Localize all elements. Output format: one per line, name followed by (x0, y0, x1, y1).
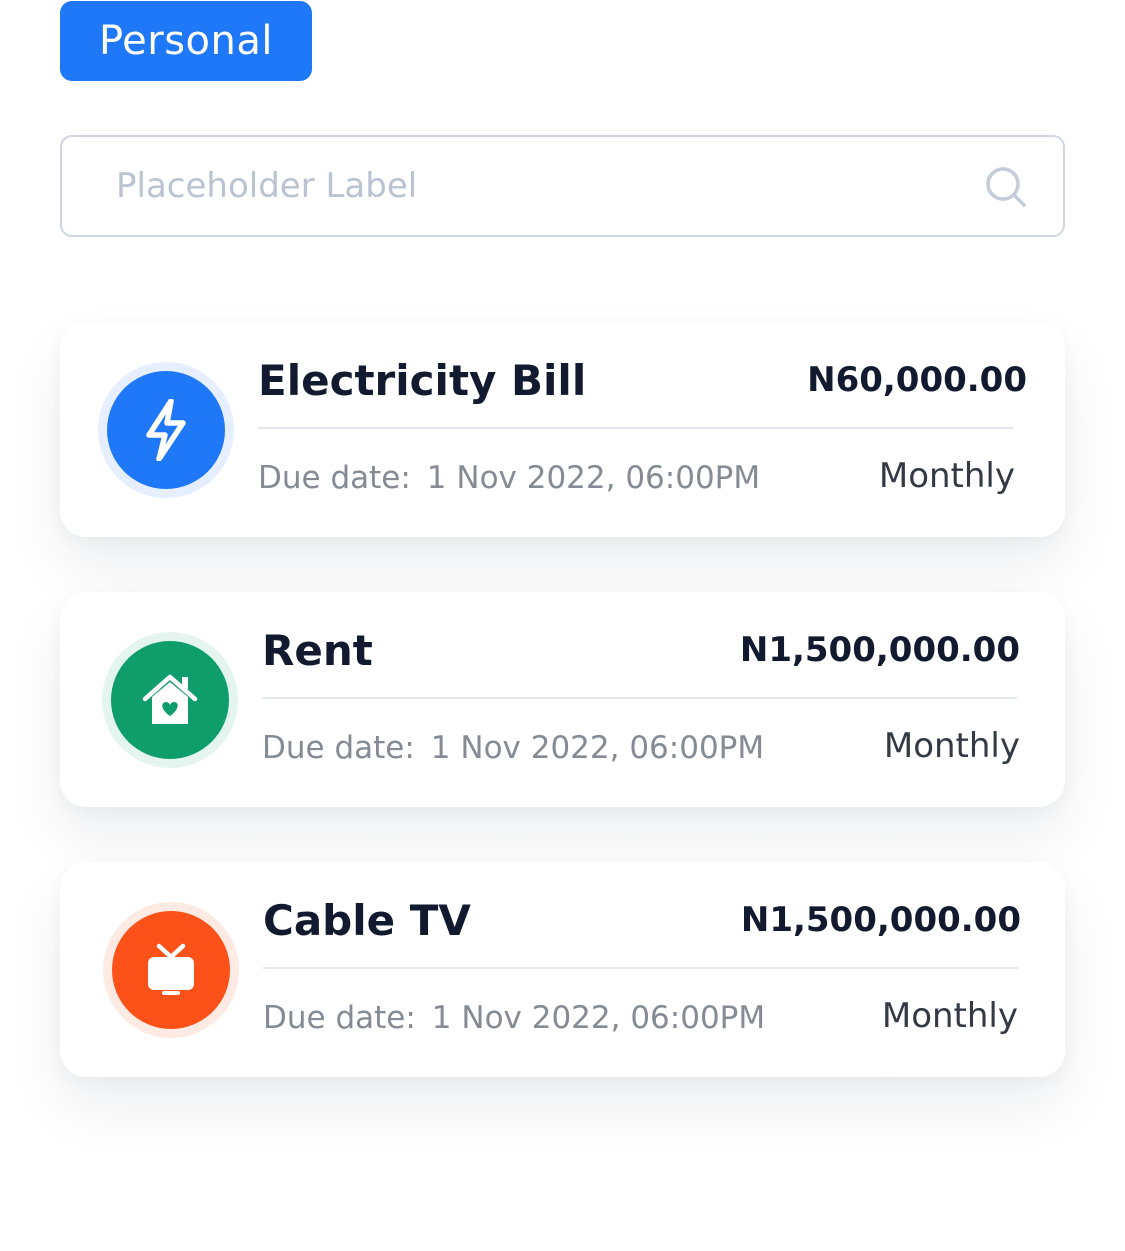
bill-card-electricity[interactable]: Electricity Bill N60,000.00 Due date: 1 N… (60, 322, 1065, 537)
bill-amount: N1,500,000.00 (739, 630, 1020, 670)
due-date-label: Due date: (263, 1000, 416, 1036)
bill-name: Rent (262, 626, 373, 675)
due-date-row: Due date: 1 Nov 2022, 06:00PM (262, 728, 764, 768)
bills-page: Personal Electricity Bill N60,000.00 Due… (0, 0, 1125, 1251)
bill-card-cable-tv[interactable]: Cable TV N1,500,000.00 Due date: 1 Nov 20… (60, 862, 1065, 1077)
due-date-row: Due date: 1 Nov 2022, 06:00PM (258, 458, 760, 498)
search-icon[interactable] (984, 165, 1028, 209)
bill-icon-ring (98, 362, 234, 498)
bill-divider (258, 427, 1013, 429)
bill-divider (263, 967, 1018, 969)
search-input[interactable] (116, 137, 956, 235)
due-date-row: Due date: 1 Nov 2022, 06:00PM (263, 998, 765, 1038)
bill-frequency: Monthly (883, 726, 1020, 766)
due-date-value: 1 Nov 2022, 06:00PM (426, 460, 761, 496)
lightning-bolt-icon (146, 399, 186, 461)
bill-icon-ring (103, 902, 239, 1038)
bill-amount: N1,500,000.00 (740, 900, 1021, 940)
bill-divider (262, 697, 1017, 699)
bill-name: Cable TV (263, 896, 471, 945)
personal-tab-button[interactable]: Personal (60, 1, 312, 81)
bill-frequency: Monthly (881, 996, 1018, 1036)
bill-icon-ring (102, 632, 238, 768)
due-date-value: 1 Nov 2022, 06:00PM (431, 1000, 766, 1036)
search-field[interactable] (60, 135, 1065, 237)
bill-card-rent[interactable]: Rent N1,500,000.00 Due date: 1 Nov 2022, … (60, 592, 1065, 807)
house-heart-icon (142, 674, 198, 724)
due-date-value: 1 Nov 2022, 06:00PM (430, 730, 765, 766)
bill-frequency: Monthly (878, 456, 1015, 496)
tv-icon (148, 943, 194, 995)
bill-name: Electricity Bill (258, 356, 587, 405)
due-date-label: Due date: (262, 730, 415, 766)
bill-amount: N60,000.00 (807, 360, 1027, 400)
due-date-label: Due date: (258, 460, 411, 496)
